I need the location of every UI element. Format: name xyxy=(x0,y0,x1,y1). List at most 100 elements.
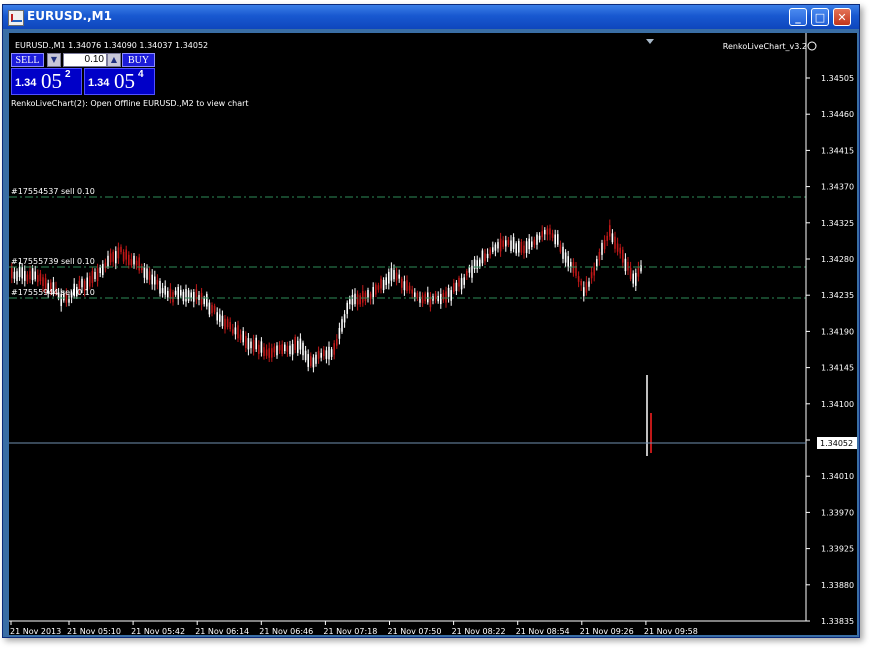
candle-body xyxy=(125,249,127,260)
candle-body xyxy=(624,258,627,272)
candle-body xyxy=(182,291,185,302)
candle-body xyxy=(26,274,29,282)
candle-body xyxy=(403,281,406,291)
candle-body xyxy=(185,288,187,302)
price-tick-label: 1.34505 xyxy=(821,74,854,83)
candle-body xyxy=(107,255,109,267)
sell-price-button[interactable]: 1.34 05 2 xyxy=(11,68,82,95)
price-tick-label: 1.34190 xyxy=(821,327,854,336)
maximize-button[interactable]: □ xyxy=(811,8,829,26)
candle-body xyxy=(154,276,156,285)
candle-body xyxy=(11,265,13,279)
candle-body xyxy=(273,346,276,353)
candle-body xyxy=(284,344,286,352)
candle-body xyxy=(640,265,642,272)
price-tick-label: 1.34370 xyxy=(821,183,854,192)
candle-body xyxy=(603,239,606,250)
candle-body xyxy=(356,294,359,305)
candle-body xyxy=(525,241,528,253)
candle-body xyxy=(187,290,190,301)
candle-body xyxy=(362,291,364,303)
candle-body xyxy=(609,225,611,237)
candle-body xyxy=(427,292,429,303)
candle-body xyxy=(289,345,291,355)
chart-area[interactable]: #17554537 sell 0.10 #17555739 sell 0.10 #1… xyxy=(9,33,857,635)
candle-body xyxy=(468,266,471,273)
candle-body xyxy=(333,343,335,355)
candle-body xyxy=(13,271,16,279)
volume-up-button[interactable]: ▲ xyxy=(107,53,121,67)
candle-body xyxy=(549,228,551,235)
candle-body xyxy=(328,346,330,360)
buy-button[interactable]: BUY xyxy=(122,53,155,67)
candle-body xyxy=(18,266,21,278)
candle-body xyxy=(585,282,588,293)
candle-body xyxy=(117,247,120,259)
buy-price-prefix: 1.34 xyxy=(88,77,110,89)
candle-body xyxy=(492,247,494,253)
candle-body xyxy=(497,242,499,249)
candle-body xyxy=(614,236,616,249)
chart-shift-marker-icon[interactable] xyxy=(646,39,654,44)
candle-body xyxy=(499,238,502,252)
candle-body xyxy=(211,304,213,314)
candle-body xyxy=(466,270,468,276)
candle-body xyxy=(523,245,525,254)
order-label: #17555944 sell 0.10 xyxy=(11,288,95,297)
candle-body xyxy=(536,234,538,245)
candle-body xyxy=(330,349,333,357)
candle-body xyxy=(471,265,473,278)
candle-body xyxy=(146,268,148,280)
candle-body xyxy=(263,347,265,357)
candle-body xyxy=(367,290,369,298)
candle-body xyxy=(551,233,554,238)
candle-body xyxy=(531,241,533,248)
price-tick-label: 1.33880 xyxy=(821,581,854,590)
price-chart[interactable]: #17554537 sell 0.10 #17555739 sell 0.10 #1… xyxy=(9,33,857,635)
candle-body xyxy=(37,275,39,283)
candle-body xyxy=(411,289,413,294)
candle-body xyxy=(557,234,559,245)
candle-body xyxy=(606,235,608,241)
candle-body xyxy=(559,244,562,252)
order-label: #17554537 sell 0.10 xyxy=(11,187,95,196)
candle-body xyxy=(590,272,593,279)
candle-body xyxy=(520,242,523,253)
candle-body xyxy=(172,292,174,303)
candle-body xyxy=(546,228,549,235)
volume-input[interactable]: 0.10 xyxy=(63,53,107,67)
candle-body xyxy=(102,264,104,276)
candle-body xyxy=(297,340,299,353)
minimize-button[interactable]: _ xyxy=(789,8,807,26)
candle-body xyxy=(304,350,307,361)
current-price-label: 1.34052 xyxy=(820,439,853,448)
candle-body xyxy=(242,330,244,343)
candle-body xyxy=(291,343,294,355)
candle-body xyxy=(258,344,260,354)
candle-body xyxy=(450,290,452,301)
candle-body xyxy=(216,312,218,321)
candle-body xyxy=(31,268,34,281)
candle-body xyxy=(349,299,351,305)
candle-body xyxy=(598,252,601,261)
candle-body xyxy=(424,293,426,302)
symbol-info: EURUSD.,M1 1.34076 1.34090 1.34037 1.340… xyxy=(15,41,208,50)
time-tick-label: 21 Nov 05:10 xyxy=(67,627,121,635)
candle-body xyxy=(294,336,296,350)
price-tick-label: 1.34145 xyxy=(821,364,854,373)
sell-button[interactable]: SELL xyxy=(11,53,44,67)
title-bar[interactable]: EURUSD.,M1 _ □ ✕ xyxy=(3,5,859,29)
candle-body xyxy=(94,271,96,280)
buy-price-button[interactable]: 1.34 05 4 xyxy=(84,68,155,95)
candle-body xyxy=(341,319,343,332)
candle-body xyxy=(393,270,395,280)
candle-body xyxy=(486,253,489,259)
price-tick-label: 1.33970 xyxy=(821,508,854,517)
volume-down-button[interactable]: ▼ xyxy=(47,53,61,67)
price-tick-label: 1.34280 xyxy=(821,255,854,264)
candle-body xyxy=(167,290,169,298)
candle-body xyxy=(437,295,439,302)
candle-body xyxy=(515,243,517,254)
candle-body xyxy=(213,305,216,312)
close-button[interactable]: ✕ xyxy=(833,8,851,26)
